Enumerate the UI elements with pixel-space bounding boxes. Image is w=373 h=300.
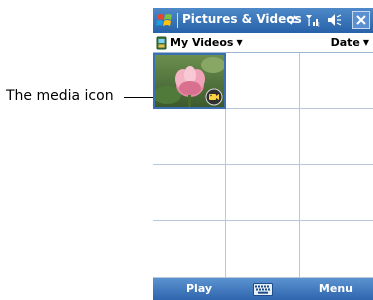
empty-grid-cell bbox=[153, 221, 226, 278]
folder-dropdown-label: My Videos bbox=[170, 36, 234, 49]
sort-dropdown-label: Date bbox=[330, 36, 360, 49]
device-screen: Pictures & Videos l My Videos ▼ Date ▼ P… bbox=[153, 8, 373, 300]
soft-key-bar: Play Menu bbox=[153, 278, 373, 300]
media-icon bbox=[205, 88, 223, 106]
media-icon-callout: The media icon bbox=[6, 88, 114, 104]
chevron-down-icon: ▼ bbox=[362, 38, 369, 47]
media-thumbnail-cell[interactable] bbox=[153, 53, 226, 109]
windows-start-icon[interactable] bbox=[156, 11, 174, 29]
volume-icon[interactable] bbox=[325, 11, 343, 29]
sort-dropdown[interactable]: Date ▼ bbox=[331, 36, 369, 49]
folder-dropdown[interactable]: My Videos ▼ bbox=[170, 36, 243, 49]
menu-softkey[interactable]: Menu bbox=[319, 282, 353, 295]
empty-grid-cell bbox=[226, 53, 300, 109]
close-icon bbox=[356, 15, 366, 25]
empty-grid-cell bbox=[300, 53, 373, 109]
chevron-down-icon: ▼ bbox=[236, 38, 243, 47]
thumbnail-grid bbox=[153, 53, 373, 278]
video-folder-icon bbox=[156, 36, 167, 50]
signal-icon[interactable]: l bbox=[305, 11, 321, 29]
play-softkey[interactable]: Play bbox=[186, 282, 212, 295]
empty-grid-cell bbox=[300, 109, 373, 165]
title-separator bbox=[177, 13, 178, 28]
empty-grid-cell bbox=[226, 221, 300, 278]
keyboard-icon[interactable] bbox=[253, 283, 273, 296]
empty-grid-cell bbox=[300, 165, 373, 221]
empty-grid-cell bbox=[153, 109, 226, 165]
title-bar: Pictures & Videos l bbox=[153, 8, 373, 33]
empty-grid-cell bbox=[300, 221, 373, 278]
empty-grid-cell bbox=[226, 109, 300, 165]
app-title: Pictures & Videos bbox=[182, 12, 302, 26]
close-button[interactable] bbox=[352, 11, 370, 29]
connectivity-icon[interactable] bbox=[286, 11, 300, 29]
svg-text:l: l bbox=[318, 22, 320, 29]
empty-grid-cell bbox=[153, 165, 226, 221]
callout-leader-line bbox=[124, 97, 156, 98]
filter-bar: My Videos ▼ Date ▼ bbox=[153, 33, 373, 53]
empty-grid-cell bbox=[226, 165, 300, 221]
